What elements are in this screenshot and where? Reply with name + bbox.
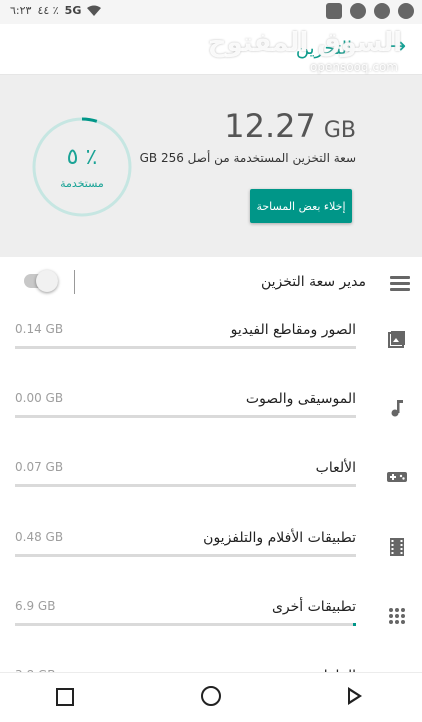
category-label: الصور ومقاطع الفيديو	[230, 322, 356, 338]
network-type: 5G	[64, 4, 82, 17]
watermark-logo: السوق المفتوح	[207, 28, 402, 58]
storage-manager-icon	[390, 276, 410, 294]
storage-manager-toggle[interactable]	[24, 270, 58, 292]
category-label: تطبيقات الأفلام والتلفزيون	[203, 530, 356, 546]
category-row[interactable]: الألعاب 0.07 GB	[0, 446, 422, 514]
category-size: 0.48 GB	[15, 530, 64, 544]
free-up-space-button[interactable]: إخلاء بعض المساحة	[250, 189, 352, 223]
category-progress-fill	[352, 623, 356, 626]
recent-apps-button[interactable]	[56, 688, 74, 706]
battery-level: ٤٤ ٪	[37, 4, 59, 17]
category-progress	[15, 415, 356, 418]
navigation-bar	[0, 672, 422, 721]
category-progress	[15, 623, 356, 626]
usage-used-label: مستخدمة	[60, 177, 104, 190]
music-note-icon	[391, 400, 403, 417]
category-row[interactable]: تطبيقات أخرى 6.9 GB	[0, 585, 422, 653]
whatsapp-icon	[374, 3, 390, 19]
category-size: 0.07 GB	[15, 460, 64, 474]
app-bar: التخزين → السوق المفتوح opensooq.com	[0, 24, 422, 75]
storage-manager-label: مدير سعة التخزين	[260, 274, 366, 290]
home-button[interactable]	[201, 686, 221, 706]
apps-icon	[389, 608, 405, 624]
storage-manager-row[interactable]: مدير سعة التخزين	[0, 258, 422, 308]
wifi-icon	[87, 5, 102, 16]
category-size: 0.14 GB	[15, 322, 64, 336]
storage-summary: ٥ ٪ مستخدمة 12.27 GB سعة التخزين المستخد…	[0, 75, 422, 257]
divider	[74, 270, 75, 294]
category-label: الألعاب	[315, 460, 356, 476]
used-total: 12.27 GB	[224, 107, 356, 145]
clock: ٦:٢٣	[10, 4, 32, 17]
gamepad-icon	[387, 472, 407, 482]
category-label: تطبيقات أخرى	[271, 599, 356, 615]
usage-description: سعة التخزين المستخدمة من أصل 256 GB	[139, 151, 356, 165]
film-icon	[390, 538, 404, 556]
category-progress	[15, 554, 356, 557]
category-size: 6.9 GB	[15, 599, 56, 613]
category-progress	[15, 484, 356, 487]
category-row[interactable]: الصور ومقاطع الفيديو 0.14 GB	[0, 308, 422, 376]
notification-icon	[326, 3, 342, 19]
back-button-inner	[350, 691, 358, 701]
settings-icon	[398, 3, 414, 19]
watermark-url: opensooq.com	[310, 60, 398, 74]
category-row[interactable]: تطبيقات الأفلام والتلفزيون 0.48 GB	[0, 516, 422, 584]
used-value: 12.27	[224, 107, 316, 145]
category-row[interactable]: الموسيقى والصوت 0.00 GB	[0, 377, 422, 445]
category-label: الموسيقى والصوت	[245, 391, 356, 407]
usage-percent: ٥ ٪	[66, 145, 98, 170]
photo-icon	[388, 331, 405, 348]
status-bar: ٦:٢٣ ٤٤ ٪ 5G	[0, 0, 422, 24]
category-size: 0.00 GB	[15, 391, 64, 405]
usage-ring: ٥ ٪ مستخدمة	[30, 115, 134, 219]
category-progress	[15, 346, 356, 349]
messenger-icon	[350, 3, 366, 19]
used-unit: GB	[323, 118, 356, 143]
